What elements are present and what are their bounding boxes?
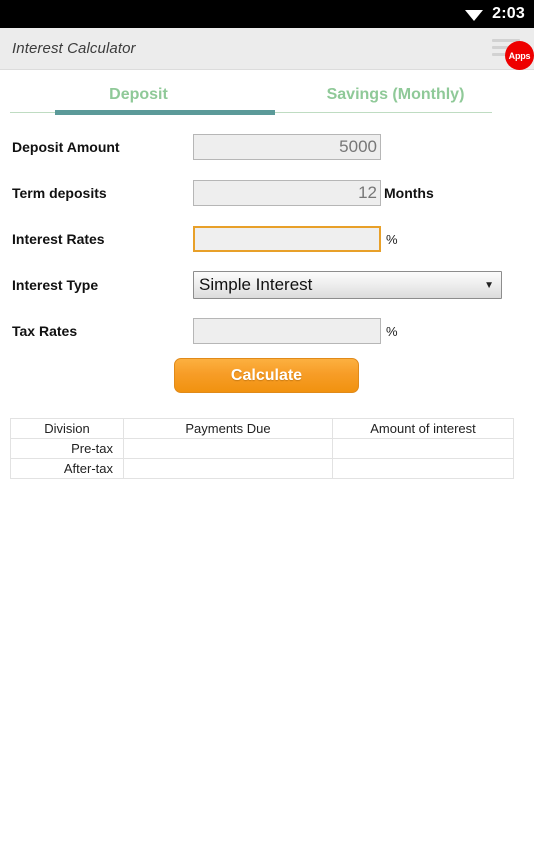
apps-badge[interactable]: Apps — [505, 41, 534, 70]
interest-rates-unit: % — [386, 231, 398, 247]
calculate-button[interactable]: Calculate — [174, 358, 359, 393]
wifi-icon — [465, 10, 484, 21]
interest-type-row: Interest Type Simple Interest ▼ — [0, 262, 534, 308]
interest-rates-label: Interest Rates — [12, 231, 105, 247]
interest-rates-row: Interest Rates % — [0, 216, 534, 262]
table-row: After-tax — [10, 458, 514, 479]
results-table: Division Payments Due Amount of interest… — [10, 418, 514, 479]
deposit-amount-input[interactable] — [193, 134, 381, 160]
deposit-amount-row: Deposit Amount — [0, 124, 534, 170]
interest-type-selected-value: Simple Interest — [199, 275, 313, 294]
cell-after-tax-payments-due — [123, 458, 333, 479]
tab-deposit[interactable]: Deposit — [10, 70, 267, 114]
tab-savings-monthly[interactable]: Savings (Monthly) — [267, 70, 524, 114]
row-label-after-tax: After-tax — [10, 458, 124, 479]
interest-rates-input[interactable] — [193, 226, 381, 252]
status-bar: 2:03 — [0, 0, 534, 28]
calculate-row: Calculate — [0, 354, 534, 402]
cell-after-tax-amount-of-interest — [332, 458, 514, 479]
table-row: Pre-tax — [10, 438, 514, 459]
app-title: Interest Calculator — [12, 40, 136, 57]
header-amount-of-interest: Amount of interest — [332, 418, 514, 439]
tab-bar: Deposit Savings (Monthly) — [0, 70, 534, 118]
app-bar: Interest Calculator Apps — [0, 28, 534, 70]
term-deposits-input[interactable] — [193, 180, 381, 206]
term-deposits-label: Term deposits — [12, 185, 107, 201]
term-deposits-row: Term deposits Months — [0, 170, 534, 216]
chevron-down-icon: ▼ — [484, 279, 494, 291]
cell-pre-tax-payments-due — [123, 438, 333, 459]
interest-form: Deposit Amount Term deposits Months Inte… — [0, 118, 534, 402]
row-label-pre-tax: Pre-tax — [10, 438, 124, 459]
interest-type-label: Interest Type — [12, 277, 99, 293]
term-deposits-unit: Months — [384, 185, 434, 201]
tax-rates-input[interactable] — [193, 318, 381, 344]
header-division: Division — [10, 418, 124, 439]
deposit-amount-label: Deposit Amount — [12, 139, 120, 155]
cell-pre-tax-amount-of-interest — [332, 438, 514, 459]
header-payments-due: Payments Due — [123, 418, 333, 439]
interest-type-select[interactable]: Simple Interest ▼ — [193, 271, 502, 299]
table-header-row: Division Payments Due Amount of interest — [10, 418, 514, 439]
tab-active-indicator — [55, 110, 275, 115]
tax-rates-row: Tax Rates % — [0, 308, 534, 354]
status-bar-clock: 2:03 — [492, 4, 525, 22]
tax-rates-label: Tax Rates — [12, 323, 78, 339]
tax-rates-unit: % — [386, 323, 398, 339]
